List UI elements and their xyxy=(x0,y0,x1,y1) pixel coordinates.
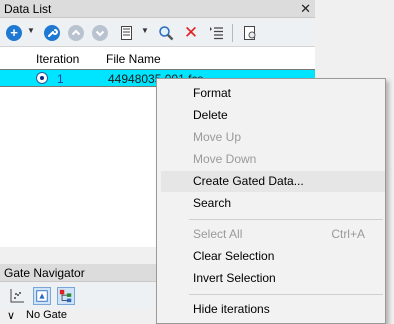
wrench-icon xyxy=(44,25,60,41)
add-button[interactable]: + xyxy=(5,24,23,42)
menu-item-move-down[interactable]: Move Down xyxy=(157,149,385,170)
data-list-toolbar: + ▼ ▼ ✕ xyxy=(0,20,315,47)
menu-item-delete[interactable]: Delete xyxy=(157,105,385,126)
gate-hierarchy-icon xyxy=(59,289,72,303)
menu-item-move-up[interactable]: Move Up xyxy=(157,127,385,148)
data-list-title: Data List xyxy=(4,2,52,16)
gate-view-toggle[interactable] xyxy=(33,287,51,305)
menu-item-format[interactable]: Format xyxy=(157,83,385,104)
menu-item-label: Clear Selection xyxy=(193,249,275,263)
scatter-plot-button[interactable] xyxy=(8,287,26,305)
add-icon: + xyxy=(6,25,22,41)
add-dropdown-caret[interactable]: ▼ xyxy=(27,26,35,35)
close-icon[interactable]: ✕ xyxy=(300,0,311,18)
column-header-iteration[interactable]: Iteration xyxy=(36,52,79,66)
menu-item-clear-selection[interactable]: Clear Selection xyxy=(157,246,385,267)
delete-icon: ✕ xyxy=(183,23,199,42)
menu-item-select-all[interactable]: Select All Ctrl+A xyxy=(157,224,385,245)
row-selected-radio-icon[interactable] xyxy=(36,72,48,84)
list-icon xyxy=(210,27,223,40)
menu-item-label: Format xyxy=(193,86,232,100)
menu-item-create-gated-data[interactable]: Create Gated Data... xyxy=(161,171,385,192)
move-up-icon xyxy=(68,25,84,41)
scatter-plot-icon xyxy=(10,289,24,303)
columns-dropdown-caret[interactable]: ▼ xyxy=(141,26,149,35)
menu-item-label: Move Down xyxy=(193,152,257,166)
menu-item-label: Move Up xyxy=(193,130,242,144)
menu-item-hide-iterations[interactable]: Hide iterations xyxy=(157,299,385,320)
columns-icon xyxy=(121,26,132,40)
menu-separator xyxy=(189,294,383,295)
move-down-icon xyxy=(92,25,108,41)
grid-header: Iteration File Name xyxy=(0,52,315,68)
move-down-button[interactable] xyxy=(91,24,109,42)
delete-button[interactable]: ✕ xyxy=(182,24,200,42)
context-menu: Format Delete Move Up Move Down Create G… xyxy=(156,78,386,324)
gate-tree-label: No Gate xyxy=(26,309,67,321)
gate-navigator-title: Gate Navigator xyxy=(4,266,85,280)
columns-button[interactable] xyxy=(118,24,136,42)
format-button[interactable] xyxy=(43,24,61,42)
data-list-title-bar: Data List ✕ xyxy=(0,0,315,18)
menu-item-label: Delete xyxy=(193,108,228,122)
search-icon xyxy=(159,26,174,41)
menu-item-label: Hide iterations xyxy=(193,302,270,316)
gate-view-icon xyxy=(36,290,48,302)
search-button[interactable] xyxy=(157,24,175,42)
menu-item-label: Create Gated Data... xyxy=(193,174,304,188)
menu-item-search[interactable]: Search xyxy=(157,193,385,214)
menu-item-label: Invert Selection xyxy=(193,271,276,285)
report-icon xyxy=(244,26,256,40)
chevron-down-icon[interactable]: ∨ xyxy=(7,309,15,322)
menu-item-label: Select All xyxy=(193,227,243,241)
list-button[interactable] xyxy=(207,24,225,42)
gate-hierarchy-toggle[interactable] xyxy=(57,287,75,305)
row-iteration: 1 xyxy=(57,72,64,86)
column-header-file-name[interactable]: File Name xyxy=(106,52,161,66)
menu-item-shortcut: Ctrl+A xyxy=(331,227,365,241)
menu-item-invert-selection[interactable]: Invert Selection xyxy=(157,268,385,289)
menu-separator xyxy=(189,219,383,220)
report-button[interactable] xyxy=(241,24,259,42)
toolbar-separator xyxy=(232,24,233,42)
move-up-button[interactable] xyxy=(67,24,85,42)
menu-item-label: Search xyxy=(193,196,232,210)
